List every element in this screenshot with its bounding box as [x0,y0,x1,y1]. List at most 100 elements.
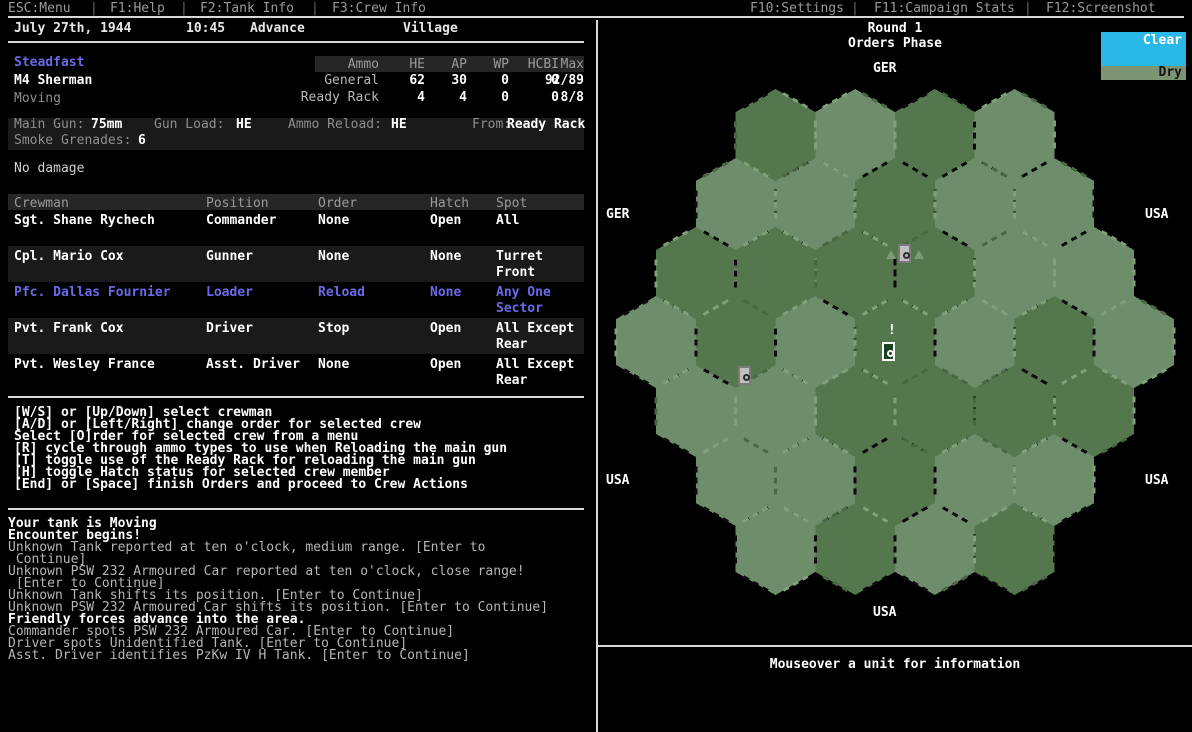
ammo-rack-label: Ready Rack [300,90,379,105]
crew-table-header: Crewman Position Order Hatch Spot [8,194,584,211]
map-edge-label-ger-left: GER [606,207,630,222]
crew-position: Commander [206,213,277,228]
ammo-col-wp: WP [493,57,509,72]
map-hint: Mouseover a unit for information [769,657,1021,672]
tank-model: M4 Sherman [14,73,93,88]
crew-hatch[interactable]: Open [430,357,461,373]
ammo-col-he: HE [409,57,425,72]
smoke-grenades-value: 6 [138,133,146,148]
ammo-row-general: General 62 30 0 0 92/89 [315,72,584,89]
crew-position: Loader [206,285,253,300]
unit-counter-box [898,244,911,263]
crew-hatch[interactable]: None [430,285,461,301]
unit-type-icon [903,252,910,259]
log-line: Unknown Tank reported at ten o'clock, me… [8,540,486,555]
ammo-col-ap: AP [451,57,467,72]
unit-type-icon [743,374,750,381]
map-edge-label-usa-right: USA [1145,207,1169,222]
from-label: From: [472,117,512,132]
key-hints: [W/S] or [Up/Down] select crewman [A/D] … [14,406,584,492]
ammo-reload-label: Ammo Reload: [288,117,382,132]
menu-f11-campaign-stats[interactable]: F11:Campaign Stats [874,2,1015,15]
gun-line-2: Smoke Grenades: 6 [8,134,584,150]
crew-position: Driver [206,321,253,336]
crew-position: Gunner [206,249,253,264]
main-gun-value: 75mm [91,117,123,132]
from-value[interactable]: Ready Rack [507,118,585,131]
hex-map[interactable]: GER GER USA USA USA USA ! [598,58,1192,638]
crew-divider [8,396,584,398]
ammo-col-max: Max [560,57,584,72]
game-screen: ESC:Menu | F1:Help | F2:Tank Info | F3:C… [0,0,1192,732]
menu-separator-5: | [1024,1,1032,16]
map-edge-label-usa-right2: USA [1145,473,1169,488]
crew-order[interactable]: Stop [318,321,349,337]
crew-name: Sgt. Shane Rychech [14,213,155,228]
menu-f3-crew-info[interactable]: F3:Crew Info [332,2,426,15]
ammo-general-ap: 30 [451,73,467,88]
unit-facing-arrow-icon [914,250,924,259]
crew-hatch[interactable]: Open [430,321,461,337]
unit-type-icon [887,350,894,357]
tank-state: Moving [14,91,61,106]
gun-load-value[interactable]: HE [236,118,252,131]
crew-spot: Any One Sector [496,285,551,316]
crew-spot: All Except Rear [496,321,575,352]
map-panel: Round 1 Orders Phase GER GER USA USA USA… [598,18,1192,732]
crew-order[interactable]: None [318,213,349,229]
weather-ground-label: Dry [1158,65,1182,80]
crew-row-4[interactable]: Pvt. Wesley France Asst. Driver None Ope… [8,354,584,390]
smoke-grenades-label: Smoke Grenades: [14,133,132,148]
key-hint-finish-orders: [End] or [Space] finish Orders and proce… [14,477,468,492]
crew-position: Asst. Driver [206,357,300,372]
weather-sky-label: Clear [1142,33,1182,48]
weather-widget[interactable]: Clear Dry [1101,32,1186,80]
weather-sky: Clear [1101,32,1186,66]
crew-row-3[interactable]: Pvt. Frank Cox Driver Stop Open All Exce… [8,318,584,354]
ammo-reload-value[interactable]: HE [391,118,407,131]
ammo-rack-max: 8/8 [560,90,584,105]
message-log[interactable]: Your tank is Moving Encounter begins! Un… [8,517,588,663]
ammo-rack-ap: 4 [459,90,467,105]
log-line: Asst. Driver identifies PzKw IV H Tank. … [8,648,470,663]
menu-separator-1: | [90,1,98,16]
ammo-general-wp: 0 [501,73,509,88]
unit-counter-box [738,366,751,385]
menu-f2-tank-info[interactable]: F2:Tank Info [200,2,294,15]
status-date: July 27th, 1944 [14,21,132,36]
ammo-rack-hcbi: 0 [551,90,559,105]
menu-f12-screenshot[interactable]: F12:Screenshot [1046,2,1156,15]
hex-grid[interactable] [598,58,1192,638]
crew-hatch[interactable]: Open [430,213,461,229]
crew-hatch[interactable]: None [430,249,461,265]
crew-order[interactable]: Reload [318,285,365,301]
gun-line-1: Main Gun: 75mm Gun Load: HE Ammo Reload:… [8,117,585,134]
crew-row-0[interactable]: Sgt. Shane Rychech Commander None Open A… [8,210,584,246]
menu-esc-menu[interactable]: ESC:Menu [8,2,71,15]
crew-order[interactable]: None [318,357,349,373]
map-divider [598,645,1192,647]
keys-divider [8,508,584,510]
menu-separator-4: | [851,1,859,16]
menu-f10-settings[interactable]: F10:Settings [750,2,844,15]
damage-status: No damage [14,161,85,176]
menu-separator-2: | [180,1,188,16]
ammo-table-header: Ammo HE AP WP HCBI Max [315,56,584,72]
crew-name: Cpl. Mario Cox [14,249,124,264]
crew-order[interactable]: None [318,249,349,265]
menu-f1-help[interactable]: F1:Help [110,2,165,15]
main-gun-label: Main Gun: [14,117,85,132]
ammo-rack-he: 4 [417,90,425,105]
weather-ground: Dry [1101,66,1186,80]
crew-table: Crewman Position Order Hatch Spot Sgt. S… [8,194,584,390]
crew-name: Pvt. Frank Cox [14,321,124,336]
crew-row-1[interactable]: Cpl. Mario Cox Gunner None None Turret F… [8,246,584,282]
crew-spot: All [496,213,520,228]
ammo-row-ready-rack: Ready Rack 4 4 0 0 8/8 [301,89,584,106]
status-time: 10:45 [186,21,226,36]
unit-facing-arrow-icon [886,250,896,259]
crew-name: Pfc. Dallas Fournier [14,285,171,300]
unit-counter-box [882,342,895,361]
tank-name: Steadfast [14,55,85,70]
crew-row-2-selected[interactable]: Pfc. Dallas Fournier Loader Reload None … [8,282,584,318]
